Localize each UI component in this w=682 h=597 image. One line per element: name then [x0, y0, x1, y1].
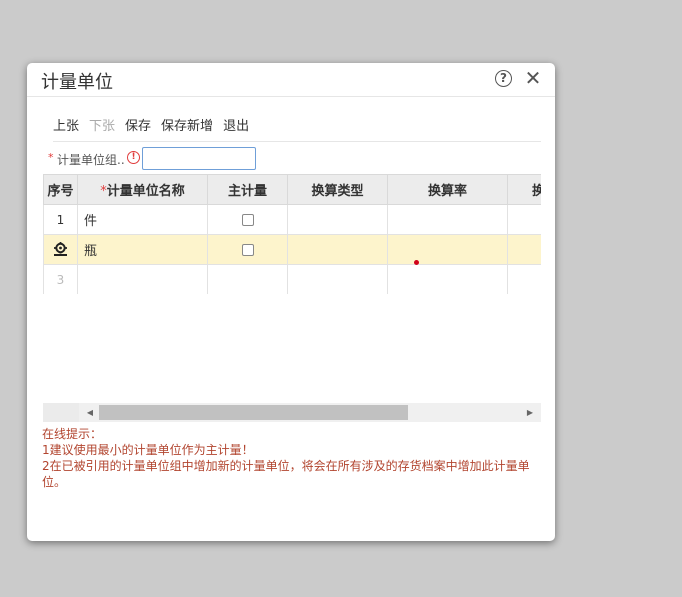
- exit-button[interactable]: 退出: [223, 117, 249, 137]
- main-unit-cell[interactable]: [207, 204, 288, 235]
- main-unit-checkbox[interactable]: [241, 243, 254, 256]
- main-unit-checkbox[interactable]: [241, 213, 254, 226]
- unit-name-cell[interactable]: 瓶: [77, 234, 208, 265]
- extra-cell[interactable]: [507, 204, 541, 235]
- row-settings-cell[interactable]: [43, 234, 78, 265]
- units-grid: 序号 *计量单位名称 主计量 换算类型 换算率 换 1 件 瓶 3: [43, 174, 541, 294]
- save-and-new-button[interactable]: 保存新增: [161, 117, 213, 137]
- cursor-marker: [414, 260, 419, 265]
- conversion-type-cell[interactable]: [287, 264, 388, 294]
- help-icon[interactable]: ?: [495, 70, 512, 87]
- col-header-truncated[interactable]: 换: [507, 174, 541, 205]
- save-button[interactable]: 保存: [125, 117, 151, 137]
- table-row[interactable]: 1 件: [43, 204, 541, 235]
- col-header-index[interactable]: 序号: [43, 174, 78, 205]
- extra-cell[interactable]: [507, 234, 541, 265]
- col-header-conversion-rate[interactable]: 换算率: [387, 174, 508, 205]
- row-number: 3: [43, 264, 78, 294]
- toolbar-divider: [53, 141, 541, 142]
- unit-dialog: 计量单位 ? ✕ 上张 下张 保存 保存新增 退出 * 计量单位组.. ! 序号…: [27, 63, 555, 541]
- table-row[interactable]: 3: [43, 264, 541, 294]
- unit-name-cell[interactable]: 件: [77, 204, 208, 235]
- main-unit-cell[interactable]: [207, 234, 288, 265]
- required-mark: *: [48, 151, 54, 164]
- arrow-left-icon[interactable]: ◀: [85, 407, 95, 418]
- conversion-rate-cell[interactable]: [387, 204, 508, 235]
- next-record-button[interactable]: 下张: [89, 117, 115, 137]
- conversion-type-cell[interactable]: [287, 234, 388, 265]
- col-header-conversion-type[interactable]: 换算类型: [287, 174, 388, 205]
- horizontal-scrollbar[interactable]: ◀ ▶: [43, 403, 541, 422]
- warning-icon: !: [127, 151, 140, 164]
- unit-group-label: 计量单位组..: [57, 153, 125, 167]
- row-number: 1: [43, 204, 78, 235]
- hint-line-1: 1建议使用最小的计量单位作为主计量！: [42, 443, 254, 457]
- close-icon[interactable]: ✕: [523, 67, 543, 89]
- dialog-titlebar: 计量单位 ? ✕: [27, 63, 555, 97]
- hint-line-2: 2在已被引用的计量单位组中增加新的计量单位，将会在所有涉及的存货档案中增加此计量…: [42, 459, 530, 489]
- conversion-rate-cell[interactable]: [387, 234, 508, 265]
- col-header-main-unit[interactable]: 主计量: [207, 174, 288, 205]
- arrow-right-icon[interactable]: ▶: [525, 407, 535, 418]
- unit-group-input[interactable]: [142, 147, 256, 170]
- prev-record-button[interactable]: 上张: [53, 117, 79, 137]
- scrollbar-gutter: [43, 403, 79, 422]
- dialog-title: 计量单位: [41, 72, 113, 93]
- main-unit-cell[interactable]: [207, 264, 288, 294]
- table-row-selected[interactable]: 瓶: [43, 234, 541, 265]
- gear-icon[interactable]: [53, 242, 68, 257]
- grid-header-row: 序号 *计量单位名称 主计量 换算类型 换算率 换: [43, 174, 541, 205]
- extra-cell[interactable]: [507, 264, 541, 294]
- col-header-unit-name[interactable]: *计量单位名称: [77, 174, 208, 205]
- conversion-rate-cell[interactable]: [387, 264, 508, 294]
- conversion-type-cell[interactable]: [287, 204, 388, 235]
- toolbar: 上张 下张 保存 保存新增 退出: [53, 117, 249, 137]
- scrollbar-thumb[interactable]: [99, 405, 408, 420]
- hint-title: 在线提示：: [42, 427, 103, 441]
- unit-name-cell[interactable]: [77, 264, 208, 294]
- online-hints: 在线提示： 1建议使用最小的计量单位作为主计量！ 2在已被引用的计量单位组中增加…: [42, 426, 537, 490]
